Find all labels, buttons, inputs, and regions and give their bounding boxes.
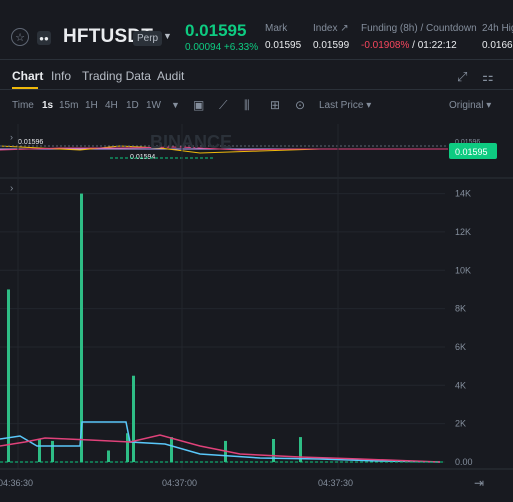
ticker-header: ☆ ●● HFTUSDT Perp ▼ 0.01595 0.00094 +6.3…: [0, 0, 513, 60]
high-value: 0.01663: [482, 40, 513, 51]
tab-audit[interactable]: Audit: [157, 69, 184, 83]
volume-axis-label: 10K: [455, 265, 471, 275]
volume-axis-label: 6K: [455, 342, 466, 352]
time-axis-label: 04:37:30: [318, 478, 353, 488]
indicator-icon[interactable]: ⟋: [219, 98, 227, 113]
calendar-icon[interactable]: ▣: [193, 98, 204, 112]
funding-stat: Funding (8h) / Countdown -0.01908% / 01:…: [361, 23, 477, 51]
volume-axis-label: 2K: [455, 419, 466, 429]
volume-bar: [107, 450, 110, 462]
favorite-star-icon[interactable]: ☆: [11, 28, 29, 46]
volume-bar: [170, 437, 173, 462]
index-value: 0.01599: [313, 40, 350, 51]
current-price-tag-text: 0.01595: [455, 147, 488, 157]
last-price: 0.01595: [185, 21, 247, 40]
volume-grid: [0, 124, 445, 469]
chart-toolbar: Time 1s 15m 1H 4H 1D 1W ▼ ▣ ⟋ ⫼ ⊞ ⊙ Last…: [0, 95, 513, 119]
price-type-dropdown[interactable]: Last Price ▾: [319, 100, 371, 111]
interval-1w[interactable]: 1W: [146, 100, 161, 111]
ma-lines: [0, 421, 445, 463]
mark-label: Mark: [265, 23, 288, 34]
chart-canvas[interactable]: 0.01596 0.01594 BINANCE 0.01596 0.01595 …: [0, 124, 513, 502]
chart-tabs: Chart Info Trading Data Audit ⤢ ⚏: [0, 62, 513, 90]
collapse-arrow-icon[interactable]: ›: [10, 132, 13, 142]
volume-ma-blue: [0, 421, 441, 463]
volume-bar: [51, 440, 54, 462]
active-tab-indicator: [12, 87, 38, 89]
scroll-to-latest-icon[interactable]: ⇥: [474, 476, 484, 490]
volume-bar: [7, 289, 10, 462]
interval-1h[interactable]: 1H: [85, 100, 98, 111]
chart-area[interactable]: 0.01596 0.01594 BINANCE 0.01596 0.01595 …: [0, 124, 513, 502]
binance-watermark: BINANCE: [150, 132, 232, 152]
time-axis-label: 04:36:30: [0, 478, 33, 488]
volume-axis-label: 14K: [455, 189, 471, 199]
interval-4h[interactable]: 4H: [105, 100, 118, 111]
price-left-label: 0.01596: [18, 139, 43, 146]
mark-price-stat: Mark 0.01595: [265, 23, 301, 51]
funding-countdown: / 01:22:12: [412, 40, 457, 51]
settings-icon[interactable]: ⊙: [295, 98, 305, 112]
time-axis: 04:36:30 04:37:00 04:37:30: [0, 478, 353, 488]
mark-value: 0.01595: [265, 40, 302, 51]
volume-axis-label: 4K: [455, 380, 466, 390]
layout-grid-icon[interactable]: ⚏: [482, 69, 494, 85]
expand-icon[interactable]: ⤢: [457, 69, 467, 85]
interval-more-caret-icon[interactable]: ▼: [171, 100, 180, 110]
time-axis-label: 04:37:00: [162, 478, 197, 488]
volume-axis: 14K 12K 10K 8K 6K 4K 2K 0.00: [455, 189, 473, 467]
funding-label[interactable]: Funding (8h) / Countdown: [361, 23, 477, 34]
volume-axis-label: 12K: [455, 227, 471, 237]
view-mode-dropdown[interactable]: Original ▾: [449, 100, 491, 111]
tab-info[interactable]: Info: [51, 69, 71, 83]
collapse-arrow-icon[interactable]: ›: [10, 183, 13, 194]
symbol-menu-icon[interactable]: ●●: [37, 31, 51, 45]
volume-ma-pink: [0, 434, 441, 463]
high-label: 24h High: [482, 23, 513, 34]
chevron-down-icon[interactable]: ▼: [163, 31, 172, 41]
tab-chart[interactable]: Chart: [12, 69, 43, 83]
grid-icon[interactable]: ⊞: [270, 98, 280, 112]
candle-type-icon[interactable]: ⫼: [244, 98, 250, 113]
volume-bars: [7, 193, 302, 462]
index-price-stat: Index ↗ 0.01599: [313, 23, 349, 51]
interval-1s[interactable]: 1s: [42, 100, 53, 111]
volume-axis-label: 8K: [455, 304, 466, 314]
perp-badge: Perp: [133, 31, 163, 46]
funding-rate: -0.01908%: [361, 40, 410, 51]
interval-15m[interactable]: 15m: [59, 100, 78, 111]
volume-bar: [132, 375, 135, 462]
price-change: 0.00094 +6.33%: [185, 42, 259, 53]
volume-axis-label: 0.00: [455, 457, 473, 467]
high-stat: 24h High 0.01663: [482, 23, 513, 51]
price-pane: 0.01596 0.01594 BINANCE 0.01596 0.01595 …: [0, 132, 497, 161]
volume-bar: [38, 438, 41, 462]
funding-value: -0.01908% / 01:22:12: [361, 40, 477, 51]
time-label: Time: [12, 100, 34, 111]
interval-1d[interactable]: 1D: [126, 100, 139, 111]
index-label[interactable]: Index ↗: [313, 23, 349, 34]
tab-trading-data[interactable]: Trading Data: [82, 69, 151, 83]
